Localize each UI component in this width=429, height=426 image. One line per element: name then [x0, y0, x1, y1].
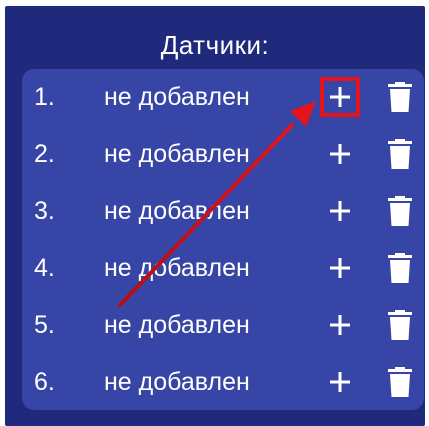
sensor-list: 1. не добавлен 2. не добавлен 3. не доба… — [22, 69, 424, 410]
trash-icon[interactable] — [388, 367, 412, 397]
trash-icon[interactable] — [388, 82, 412, 112]
sensor-status: не добавлен — [104, 197, 250, 225]
sensor-index: 6. — [34, 368, 55, 396]
add-sensor-button[interactable] — [322, 364, 358, 400]
add-sensor-button[interactable] — [322, 250, 358, 286]
sensor-status: не добавлен — [104, 254, 250, 282]
plus-icon — [330, 315, 350, 335]
sensor-status: не добавлен — [104, 83, 250, 111]
trash-icon[interactable] — [388, 253, 412, 283]
plus-icon — [330, 144, 350, 164]
add-sensor-button[interactable] — [322, 136, 358, 172]
trash-icon[interactable] — [388, 139, 412, 169]
sensor-row-1: 1. не добавлен — [22, 69, 424, 126]
sensor-status: не добавлен — [104, 140, 250, 168]
sensors-panel: Датчики: 1. не добавлен 2. не добавлен 3… — [5, 6, 425, 426]
page-title: Датчики: — [160, 30, 270, 60]
sensor-index: 1. — [34, 83, 55, 111]
trash-icon[interactable] — [388, 196, 412, 226]
sensor-status: не добавлен — [104, 368, 250, 396]
sensor-row-2: 2. не добавлен — [22, 126, 424, 183]
sensor-index: 2. — [34, 140, 55, 168]
add-sensor-button[interactable] — [322, 307, 358, 343]
sensor-index: 4. — [34, 254, 55, 282]
plus-icon — [330, 201, 350, 221]
plus-icon — [330, 87, 350, 107]
trash-icon[interactable] — [388, 310, 412, 340]
sensor-row-4: 4. не добавлен — [22, 240, 424, 297]
plus-icon — [330, 372, 350, 392]
sensor-index: 3. — [34, 197, 55, 225]
plus-icon — [330, 258, 350, 278]
sensor-index: 5. — [34, 311, 55, 339]
add-sensor-button[interactable] — [320, 77, 360, 117]
sensor-row-5: 5. не добавлен — [22, 297, 424, 354]
add-sensor-button[interactable] — [322, 193, 358, 229]
sensor-row-3: 3. не добавлен — [22, 183, 424, 240]
sensor-status: не добавлен — [104, 311, 250, 339]
sensor-row-6: 6. не добавлен — [22, 354, 424, 411]
